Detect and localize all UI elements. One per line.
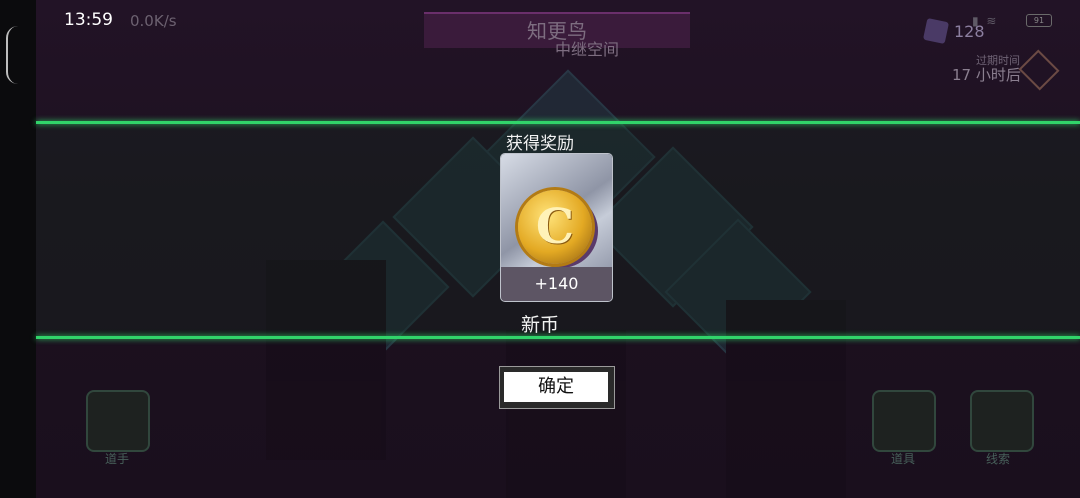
reward-title: 获得奖励 <box>506 134 574 154</box>
expiry-time: 17 小时后 <box>952 66 1021 84</box>
bottom-button-1-label: 道手 <box>104 452 129 466</box>
reward-amount: +140 <box>501 267 612 301</box>
reward-top-line <box>36 121 1080 124</box>
purple-cube-icon <box>922 17 950 45</box>
gold-coin-icon: C <box>518 190 592 264</box>
battery-icon: 91 <box>1026 14 1052 27</box>
map-pillar <box>506 330 626 498</box>
page-subtitle: 中继空间 <box>555 40 620 59</box>
bottom-button-3-label: 线索 <box>985 452 1010 466</box>
reward-name: 新币 <box>520 314 559 336</box>
screen-bezel <box>0 0 36 498</box>
status-time: 13:59 <box>64 10 113 30</box>
confirm-button-frame: 确定 <box>499 366 615 409</box>
bezel-curve <box>6 26 18 84</box>
confirm-button[interactable]: 确定 <box>504 372 608 402</box>
bottom-button-3[interactable] <box>970 390 1034 452</box>
status-net-speed: 0.0K/s <box>130 12 177 30</box>
reward-card: C +140 <box>501 154 612 301</box>
bottom-button-2[interactable] <box>872 390 936 452</box>
coin-letter: C <box>535 199 575 255</box>
bottom-button-1[interactable] <box>86 390 150 452</box>
bottom-button-2-label: 道具 <box>890 452 915 466</box>
signal-wifi-icon: ▮ ≋ <box>972 14 999 28</box>
